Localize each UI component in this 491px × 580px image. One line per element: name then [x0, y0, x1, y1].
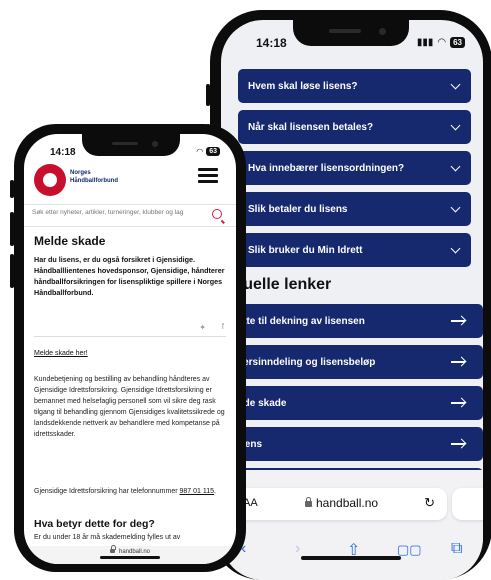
next-tab-pill[interactable] — [452, 488, 483, 520]
article-lead: Har du lisens, er du også forsikret i Gj… — [34, 255, 225, 297]
tabs-icon[interactable]: ⧉ — [451, 540, 462, 558]
phone-number-link[interactable]: 987 01 115 — [180, 488, 215, 495]
arrow-right-icon — [451, 443, 465, 445]
section-heading: Hva betyr dette for deg? — [34, 518, 155, 530]
lock-icon — [109, 545, 116, 553]
chevron-down-icon — [450, 161, 461, 172]
chevron-down-icon — [450, 202, 461, 213]
side-button — [10, 180, 14, 198]
status-icons: ◠ 63 — [196, 147, 220, 156]
battery-icon: 63 — [206, 147, 220, 156]
front-phone-screen: 14:18 ◠ 63 Norges Håndballforbund Melde … — [24, 134, 236, 564]
chevron-down-icon — [450, 79, 461, 90]
faq-item-label: Hvem skal løse lisens? — [248, 80, 358, 92]
wifi-icon: ◠ — [437, 37, 447, 48]
hamburger-menu-icon[interactable] — [198, 168, 218, 183]
search-bar — [24, 204, 236, 227]
paragraph: Gjensidige Idrettsforsikring har telefon… — [34, 488, 216, 495]
status-bar: 14:18 ▮▮▮ ◠ 63 — [221, 20, 483, 60]
site-header: Norges Håndballforbund — [24, 162, 236, 205]
bookmarks-icon[interactable]: ▢▢ — [397, 542, 422, 558]
faq-item-label: Hva innebærer lisensordningen? — [248, 162, 405, 174]
side-button — [206, 84, 210, 106]
faq-item-label: Slik bruker du Min Idrett — [248, 244, 363, 256]
reload-icon[interactable]: ↻ — [424, 495, 435, 511]
link-rilisens[interactable]: rilisens — [221, 427, 483, 461]
status-icons: ▮▮▮ ◠ 63 — [417, 37, 465, 48]
url-text: handball.no — [24, 545, 236, 555]
safari-toolbar: AA handball.no ↻ ‹ › ⇧ ▢▢ ⧉ — [221, 470, 483, 580]
twitter-icon[interactable]: ✦ — [199, 323, 206, 332]
status-time: 14:18 — [256, 36, 287, 50]
wifi-icon: ◠ — [196, 147, 204, 156]
notch — [293, 20, 409, 46]
faq-item-label: Slik betaler du lisens — [248, 203, 348, 215]
search-icon[interactable] — [212, 209, 222, 219]
link-stotte-til-dekning[interactable]: Støtte til dekning av lisensen — [221, 304, 483, 338]
status-time: 14:18 — [50, 147, 76, 158]
search-input[interactable] — [32, 209, 210, 216]
home-indicator — [301, 556, 401, 560]
chevron-down-icon — [450, 120, 461, 131]
home-indicator — [100, 556, 160, 559]
notch — [82, 134, 180, 156]
paragraph: Er du under 18 år må skademelding fylles… — [34, 534, 181, 541]
battery-icon: 63 — [450, 37, 465, 48]
logo-text: Norges Håndballforbund — [70, 170, 118, 184]
share-bar: ✦ f — [34, 322, 226, 337]
signal-icon: ▮▮▮ — [416, 37, 434, 48]
arrow-right-icon — [451, 402, 465, 404]
faq-item-min-idrett[interactable]: Slik bruker du Min Idrett — [238, 233, 471, 267]
article: Melde skade Har du lisens, er du også fo… — [34, 234, 226, 541]
address-bar[interactable]: handball.no — [24, 545, 236, 564]
faq-item-hvem-skal-lose-lisens[interactable]: Hvem skal løse lisens? — [238, 69, 471, 103]
link-label: Aldersinndeling og lisensbeløp — [227, 356, 376, 368]
faq-item-label: Når skal lisensen betales? — [248, 121, 374, 133]
nhf-logo-icon[interactable] — [34, 164, 66, 196]
report-injury-link[interactable]: Melde skade her! — [34, 350, 88, 357]
chevron-down-icon — [450, 243, 461, 254]
facebook-icon[interactable]: f — [222, 322, 224, 331]
link-melde-skade[interactable]: Melde skade — [221, 386, 483, 420]
back-phone-screen: 14:18 ▮▮▮ ◠ 63 Hvem skal løse lisens? Nå… — [221, 20, 483, 580]
page-title: Melde skade — [34, 234, 106, 248]
faq-item-nar-skal-lisensen-betales[interactable]: Når skal lisensen betales? — [238, 110, 471, 144]
forward-icon[interactable]: › — [295, 540, 300, 558]
volume-button — [10, 254, 14, 288]
address-bar[interactable]: AA handball.no ↻ — [229, 488, 447, 520]
arrow-right-icon — [451, 361, 465, 363]
link-aldersinndeling[interactable]: Aldersinndeling og lisensbeløp — [221, 345, 483, 379]
faq-item-slik-betaler-du-lisens[interactable]: Slik betaler du lisens — [238, 192, 471, 226]
link-label: Støtte til dekning av lisensen — [227, 315, 365, 327]
volume-button — [10, 212, 14, 246]
paragraph: Kundebetjening og bestilling av behandli… — [34, 376, 225, 438]
lock-icon — [305, 497, 312, 507]
arrow-right-icon — [451, 320, 465, 322]
faq-item-lisensordningen[interactable]: Hva innebærer lisensordningen? — [238, 151, 471, 185]
url-text: handball.no — [305, 496, 378, 510]
